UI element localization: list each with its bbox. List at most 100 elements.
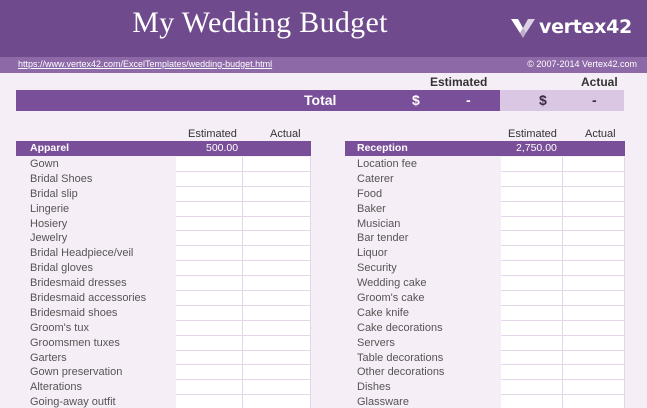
total-actual-value[interactable]: -: [592, 92, 597, 108]
actual-cell[interactable]: [563, 350, 625, 366]
actual-cell[interactable]: [243, 305, 311, 321]
estimated-cell[interactable]: [501, 216, 563, 232]
actual-cell[interactable]: [243, 365, 311, 381]
actual-cell[interactable]: [563, 335, 625, 351]
budget-item-label: Bridesmaid dresses: [30, 277, 127, 290]
actual-cell[interactable]: [243, 171, 311, 187]
vertex42-logo-icon: [511, 19, 535, 38]
budget-item-label: Glassware: [357, 396, 409, 408]
estimated-cell[interactable]: [176, 320, 243, 336]
left-estimated-header: Estimated: [188, 128, 237, 140]
estimated-cell[interactable]: [176, 305, 243, 321]
estimated-cell[interactable]: [501, 350, 563, 366]
estimated-cell[interactable]: [501, 157, 563, 172]
budget-item-label: Gown: [30, 158, 59, 170]
actual-cell[interactable]: [563, 395, 625, 408]
budget-item-label: Bridal gloves: [30, 262, 93, 275]
budget-item-label: Food: [357, 187, 383, 200]
actual-cell[interactable]: [563, 157, 625, 172]
estimated-cell[interactable]: [501, 305, 563, 321]
actual-cell[interactable]: [243, 246, 311, 262]
actual-cell[interactable]: [563, 171, 625, 187]
estimated-cell[interactable]: [176, 291, 243, 306]
budget-item-label: Alterations: [30, 381, 82, 394]
estimated-cell[interactable]: [501, 365, 563, 381]
estimated-cell[interactable]: [501, 246, 563, 262]
estimated-cell[interactable]: [176, 350, 243, 366]
estimated-cell[interactable]: [501, 291, 563, 306]
brand-logo[interactable]: vertex42: [510, 14, 632, 40]
actual-cell[interactable]: [563, 365, 625, 381]
estimated-cell[interactable]: [501, 261, 563, 277]
budget-item-label: Groom's tux: [30, 321, 89, 334]
estimated-cell[interactable]: [501, 231, 563, 247]
actual-cell[interactable]: [563, 216, 625, 232]
actual-cell[interactable]: [243, 320, 311, 336]
actual-cell[interactable]: [243, 350, 311, 366]
actual-cell[interactable]: [563, 186, 625, 202]
estimated-cell[interactable]: [501, 335, 563, 351]
actual-cell[interactable]: [243, 335, 311, 351]
estimated-cell[interactable]: [176, 231, 243, 247]
actual-cell[interactable]: [563, 320, 625, 336]
estimated-cell[interactable]: [501, 380, 563, 396]
budget-item-label: Lingerie: [30, 202, 70, 215]
copyright-text: © 2007-2014 Vertex42.com: [527, 59, 637, 69]
estimated-cell[interactable]: [501, 171, 563, 187]
estimated-cell[interactable]: [176, 335, 243, 351]
total-actual-currency: $: [539, 92, 547, 108]
actual-cell[interactable]: [243, 186, 311, 202]
template-link[interactable]: https://www.vertex42.com/ExcelTemplates/…: [18, 59, 272, 69]
category-name-apparel: Apparel: [30, 142, 70, 154]
actual-cell[interactable]: [563, 305, 625, 321]
estimated-cell[interactable]: [176, 380, 243, 396]
estimated-cell[interactable]: [176, 216, 243, 232]
estimated-cell[interactable]: [176, 246, 243, 262]
actual-cell[interactable]: [243, 157, 311, 172]
estimated-cell[interactable]: [501, 186, 563, 202]
total-estimated-value[interactable]: -: [466, 92, 471, 108]
actual-cell[interactable]: [243, 395, 311, 408]
budget-item-label: Caterer: [357, 172, 394, 185]
estimated-cell[interactable]: [176, 171, 243, 187]
budget-item-label: Security: [357, 262, 397, 275]
actual-cell[interactable]: [243, 276, 311, 292]
actual-cell[interactable]: [563, 261, 625, 277]
budget-item-label: Cake knife: [357, 306, 409, 319]
estimated-cell[interactable]: [501, 395, 563, 408]
estimated-cell[interactable]: [501, 276, 563, 292]
estimated-cell[interactable]: [176, 261, 243, 277]
estimated-cell[interactable]: [501, 201, 563, 217]
budget-item-label: Location fee: [357, 158, 417, 170]
category-estimated-apparel[interactable]: 500.00: [206, 142, 238, 154]
budget-item-label: Baker: [357, 202, 386, 215]
category-name-reception: Reception: [357, 142, 408, 154]
actual-cell[interactable]: [243, 201, 311, 217]
category-estimated-reception[interactable]: 2,750.00: [516, 142, 557, 154]
estimated-cell[interactable]: [176, 276, 243, 292]
estimated-cell[interactable]: [501, 320, 563, 336]
summary-estimated-label: Estimated: [430, 75, 488, 89]
budget-item-label: Bridesmaid shoes: [30, 306, 118, 319]
actual-cell[interactable]: [243, 380, 311, 396]
header-banner: My Wedding Budget vertex42: [0, 0, 647, 57]
actual-cell[interactable]: [243, 216, 311, 232]
page-title: My Wedding Budget: [132, 6, 388, 39]
actual-cell[interactable]: [243, 231, 311, 247]
total-actual-cell[interactable]: [500, 90, 624, 111]
actual-cell[interactable]: [563, 231, 625, 247]
actual-cell[interactable]: [563, 276, 625, 292]
estimated-cell[interactable]: [176, 201, 243, 217]
actual-cell[interactable]: [243, 261, 311, 277]
budget-item-label: Bridesmaid accessories: [30, 292, 147, 305]
actual-cell[interactable]: [563, 246, 625, 262]
estimated-cell[interactable]: [176, 395, 243, 408]
estimated-cell[interactable]: [176, 186, 243, 202]
estimated-cell[interactable]: [176, 157, 243, 172]
budget-item-label: Jewelry: [30, 232, 68, 245]
actual-cell[interactable]: [563, 201, 625, 217]
actual-cell[interactable]: [563, 291, 625, 306]
estimated-cell[interactable]: [176, 365, 243, 381]
actual-cell[interactable]: [563, 380, 625, 396]
actual-cell[interactable]: [243, 291, 311, 306]
